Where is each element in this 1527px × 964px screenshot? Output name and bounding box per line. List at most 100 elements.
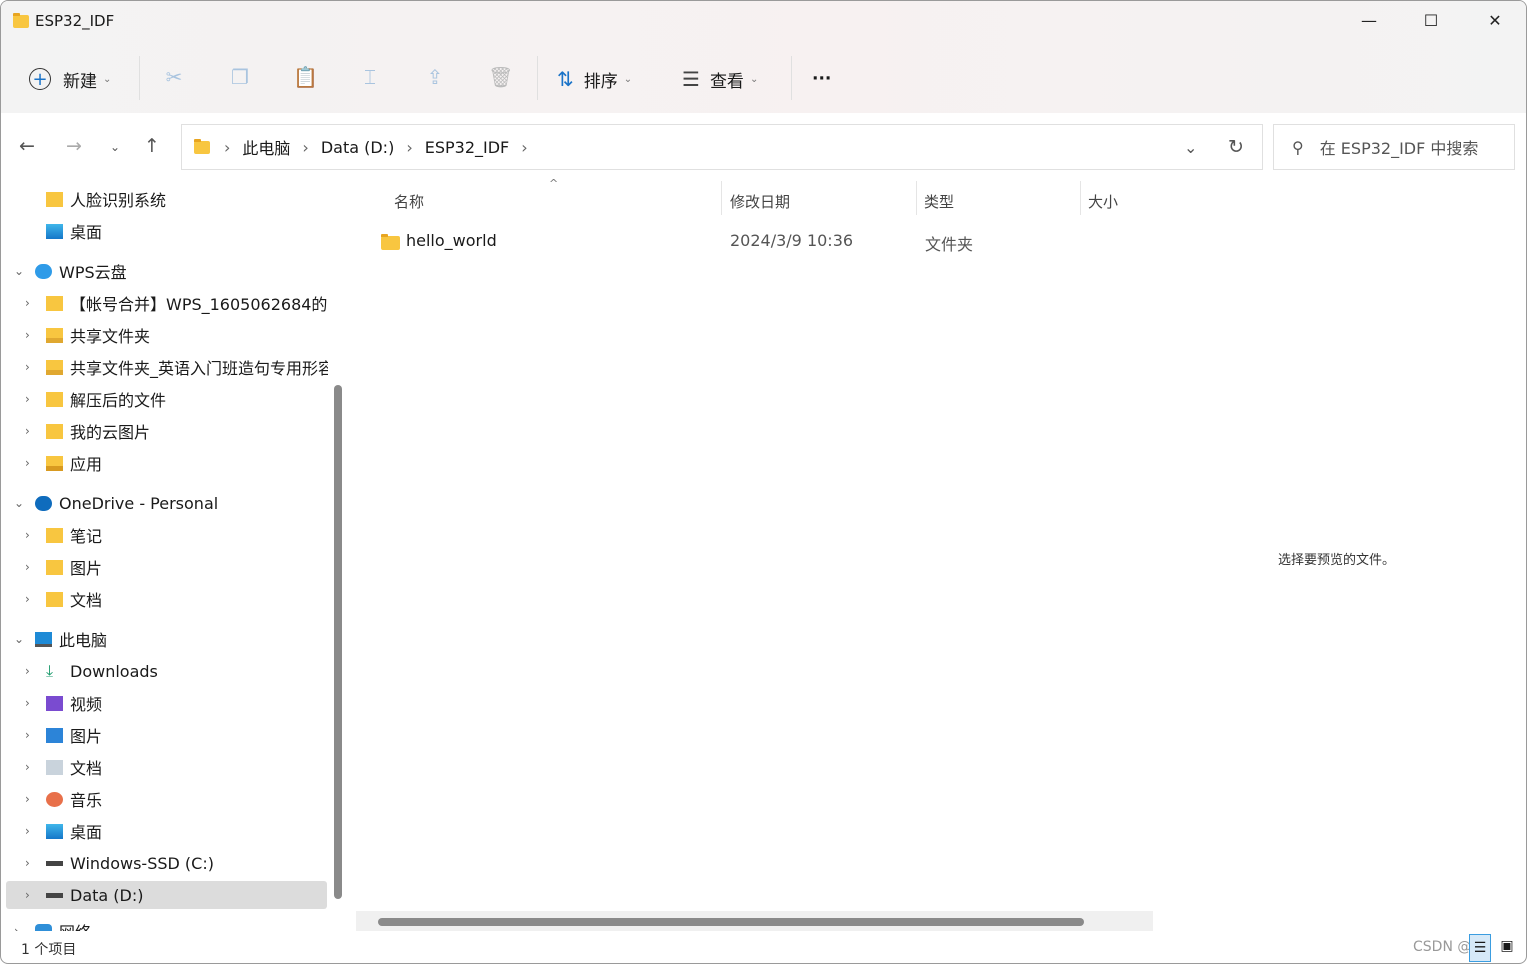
nav-item-label: 文档 bbox=[70, 591, 103, 610]
file-name[interactable]: hello_world bbox=[406, 231, 497, 250]
nav-item-label: 此电脑 bbox=[59, 631, 108, 650]
chevron-down-icon[interactable]: ⌄ bbox=[14, 264, 24, 278]
chevron-right-icon[interactable]: › bbox=[25, 792, 30, 806]
scrollbar-thumb[interactable] bbox=[378, 918, 1084, 926]
nav-item[interactable]: › 【帐号合并】WPS_1605062684的文 bbox=[6, 289, 328, 317]
column-header-modified[interactable]: 修改日期 bbox=[730, 191, 790, 212]
chevron-right-icon[interactable]: › bbox=[25, 296, 30, 310]
tiles-view-button[interactable]: ▣ bbox=[1496, 938, 1518, 960]
chevron-right-icon[interactable]: › bbox=[25, 392, 30, 406]
nav-item[interactable]: › 桌面 bbox=[6, 817, 327, 845]
breadcrumb-item[interactable]: 此电脑 bbox=[242, 135, 290, 159]
nav-item[interactable]: › 文档 bbox=[6, 585, 327, 613]
chevron-down-icon: ⌄ bbox=[749, 73, 759, 85]
chevron-right-icon[interactable]: › bbox=[25, 728, 30, 742]
breadcrumb-item[interactable]: Data (D:) bbox=[321, 138, 394, 157]
column-header-size[interactable]: 大小 bbox=[1088, 191, 1118, 212]
chevron-right-icon[interactable]: › bbox=[25, 696, 30, 710]
nav-item[interactable]: › 图片 bbox=[6, 721, 327, 749]
rename-icon[interactable]: ⌶ bbox=[358, 65, 382, 91]
column-header-name[interactable]: 名称 bbox=[394, 191, 424, 212]
horizontal-scrollbar[interactable] bbox=[356, 911, 1153, 931]
nav-item-label: 应用 bbox=[70, 455, 103, 474]
details-view-button[interactable]: ☰ bbox=[1469, 934, 1491, 962]
apps-folder-icon bbox=[46, 456, 63, 471]
back-button[interactable]: ← bbox=[19, 135, 35, 157]
cut-icon[interactable]: ✂ bbox=[162, 65, 186, 91]
search-input[interactable]: ⚲ 在 ESP32_IDF 中搜索 bbox=[1273, 124, 1515, 170]
nav-item[interactable]: › 文档 bbox=[6, 753, 327, 781]
chevron-down-icon: ⌄ bbox=[623, 73, 633, 85]
up-button[interactable]: ↑ bbox=[144, 135, 160, 157]
chevron-down-icon[interactable]: ⌄ bbox=[14, 632, 24, 646]
column-header-type[interactable]: 类型 bbox=[924, 191, 954, 212]
chevron-right-icon[interactable]: › bbox=[25, 528, 30, 542]
chevron-down-icon: ⌄ bbox=[103, 73, 112, 85]
desktop-icon bbox=[46, 824, 63, 839]
chevron-right-icon: › bbox=[302, 137, 309, 157]
nav-item[interactable]: › 解压后的文件 bbox=[6, 385, 327, 413]
chevron-right-icon: › bbox=[406, 137, 413, 157]
nav-item[interactable]: 桌面 bbox=[6, 217, 327, 245]
view-label: 查看 bbox=[709, 71, 744, 92]
view-button[interactable]: ☰ 查看 ⌄ bbox=[682, 59, 758, 99]
more-button[interactable]: ··· bbox=[812, 59, 831, 99]
chevron-right-icon[interactable]: › bbox=[25, 328, 30, 342]
list-icon: ☰ bbox=[682, 67, 700, 91]
nav-item[interactable]: › 图片 bbox=[6, 553, 327, 581]
nav-scrollbar[interactable] bbox=[334, 385, 342, 899]
chevron-right-icon[interactable]: › bbox=[25, 664, 30, 678]
chevron-right-icon[interactable]: › bbox=[25, 824, 30, 838]
recent-dropdown[interactable]: ⌄ bbox=[110, 140, 120, 154]
nav-item[interactable]: › 视频 bbox=[6, 689, 327, 717]
forward-button[interactable]: → bbox=[66, 135, 82, 157]
chevron-right-icon[interactable]: › bbox=[25, 456, 30, 470]
nav-item[interactable]: › Windows-SSD (C:) bbox=[6, 849, 327, 877]
new-label: 新建 bbox=[63, 71, 97, 92]
chevron-right-icon[interactable]: › bbox=[25, 560, 30, 574]
nav-item-label: Windows-SSD (C:) bbox=[70, 853, 214, 873]
nav-item[interactable]: › 共享文件夹 bbox=[6, 321, 327, 349]
minimize-button[interactable]: — bbox=[1349, 7, 1389, 35]
new-button[interactable]: + 新建 ⌄ bbox=[29, 59, 111, 99]
computer-icon bbox=[35, 632, 52, 647]
status-item-count: 1 个项目 bbox=[21, 942, 77, 958]
nav-item[interactable]: › 笔记 bbox=[6, 521, 327, 549]
chevron-right-icon[interactable]: › bbox=[25, 592, 30, 606]
paste-icon[interactable]: 📋 bbox=[293, 65, 318, 91]
nav-item[interactable]: › 应用 bbox=[6, 449, 327, 477]
breadcrumb-item[interactable]: ESP32_IDF bbox=[425, 138, 510, 157]
nav-item[interactable]: ⌄ OneDrive - Personal bbox=[6, 489, 327, 517]
chevron-right-icon[interactable]: › bbox=[25, 760, 30, 774]
delete-icon[interactable]: 🗑 bbox=[488, 65, 513, 91]
chevron-right-icon[interactable]: › bbox=[14, 924, 19, 931]
nav-item-label: OneDrive - Personal bbox=[59, 493, 219, 513]
chevron-right-icon[interactable]: › bbox=[25, 888, 30, 902]
refresh-icon[interactable]: ↻ bbox=[1228, 136, 1244, 158]
close-button[interactable]: ✕ bbox=[1475, 7, 1515, 35]
nav-item[interactable]: 人脸识别系统 bbox=[6, 185, 327, 213]
nav-item[interactable]: › Data (D:) bbox=[6, 881, 327, 909]
nav-item[interactable]: › 网络 bbox=[6, 917, 327, 931]
folder-icon bbox=[381, 234, 400, 250]
copy-icon[interactable]: ❐ bbox=[228, 65, 252, 91]
address-bar[interactable]: › 此电脑 › Data (D:) › ESP32_IDF › ⌄ ↻ bbox=[181, 124, 1263, 170]
nav-item[interactable]: › 音乐 bbox=[6, 785, 327, 813]
nav-item-label: 音乐 bbox=[70, 791, 103, 810]
nav-item[interactable]: ⌄ 此电脑 bbox=[6, 625, 327, 653]
nav-item[interactable]: › ⤓ Downloads bbox=[6, 657, 327, 685]
share-icon[interactable]: ⇪ bbox=[423, 65, 447, 91]
maximize-button[interactable]: ☐ bbox=[1411, 7, 1451, 35]
nav-item[interactable]: ⌄ WPS云盘 bbox=[6, 257, 327, 285]
nav-item[interactable]: › 共享文件夹_英语入门班造句专用形容 bbox=[6, 353, 328, 381]
chevron-right-icon: › bbox=[224, 137, 231, 157]
chevron-down-icon[interactable]: ⌄ bbox=[14, 496, 24, 510]
nav-item[interactable]: › 我的云图片 bbox=[6, 417, 327, 445]
title-bar: ESP32_IDF — ☐ ✕ + 新建 ⌄ ✂ ❐ 📋 ⌶ ⇪ 🗑 ⇅ 排序 ⌄ … bbox=[1, 1, 1526, 113]
chevron-right-icon[interactable]: › bbox=[25, 424, 30, 438]
address-dropdown-icon[interactable]: ⌄ bbox=[1184, 138, 1197, 157]
chevron-right-icon[interactable]: › bbox=[25, 360, 30, 374]
sort-button[interactable]: ⇅ 排序 ⌄ bbox=[557, 59, 632, 99]
chevron-right-icon[interactable]: › bbox=[25, 856, 30, 870]
folder-icon bbox=[194, 138, 210, 154]
